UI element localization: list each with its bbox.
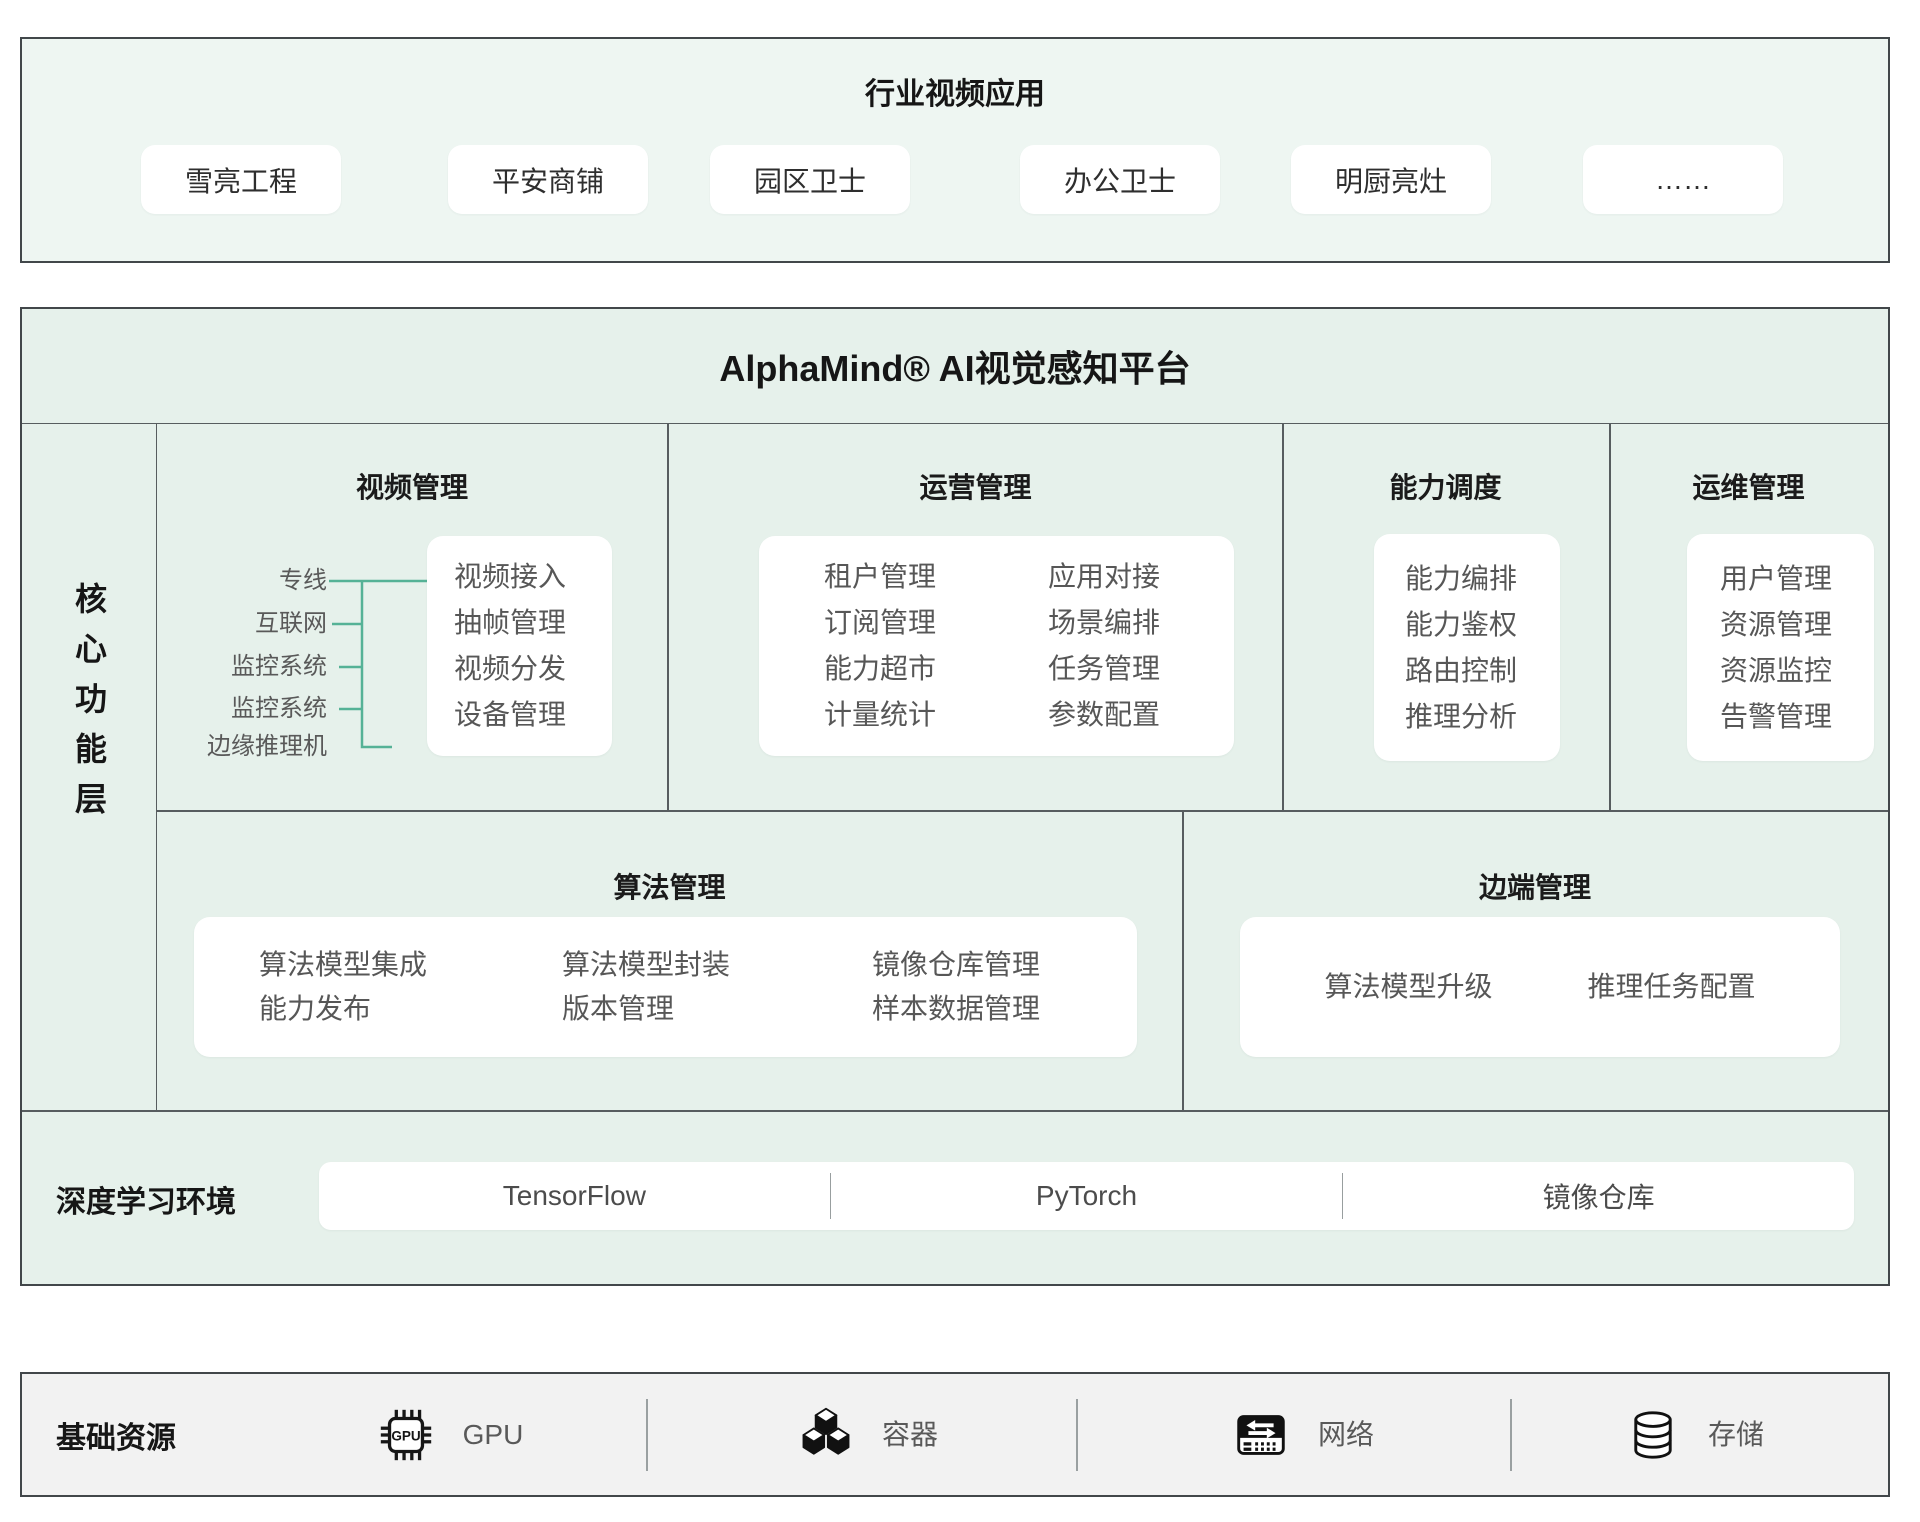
resource-label: 存储 [1708,1420,1764,1450]
list-item: 告警管理 [1720,702,1874,732]
video-management-box: 视频接入 抽帧管理 视频分发 设备管理 [427,536,612,756]
operations-management-title: 运营管理 [667,466,1284,506]
infra-label: 基础资源 [56,1374,176,1495]
operations-management-box: 租户管理 订阅管理 能力超市 计量统计 应用对接 场景编排 任务管理 参数配置 [759,536,1234,756]
container-cubes-icon [796,1405,856,1465]
industry-apps-section: 行业视频应用 雪亮工程 平安商铺 园区卫士 办公卫士 明厨亮灶 …… [20,37,1890,263]
column-video-management: 视频管理 专线 互联网 监控系统 监控系统 边缘推理机 视频接入 抽帧管理 视频… [157,424,667,810]
list-item: 能力超市 [824,654,936,684]
app-box-ellipsis: …… [1583,145,1783,214]
resource-label: GPU [463,1420,524,1450]
algorithm-management-title: 算法管理 [157,866,1182,906]
list-item: 场景编排 [1048,608,1160,638]
list-item: 路由控制 [1405,656,1560,686]
column-om-management: 运维管理 用户管理 资源管理 资源监控 告警管理 [1609,424,1888,810]
row-algorithm-management: 算法管理 算法模型集成 能力发布 算法模型封装 版本管理 镜像仓库管理 样本数据… [157,810,1182,1110]
om-management-title: 运维管理 [1609,466,1888,506]
video-source-label: 监控系统 [231,652,327,682]
dl-framework: TensorFlow [319,1162,830,1230]
core-function-layer-label: 核心功能层 [66,582,112,832]
list-item: 样本数据管理 [872,994,1040,1024]
list-item: 资源监控 [1720,656,1874,686]
edge-management-title: 边端管理 [1182,866,1888,906]
list-item: 应用对接 [1048,562,1160,592]
industry-apps-title: 行业视频应用 [22,69,1888,113]
app-box-xueliang: 雪亮工程 [141,145,341,214]
row-edge-management: 边端管理 算法模型升级 推理任务配置 [1182,810,1888,1110]
list-item: 版本管理 [562,994,730,1024]
list-item: 能力编排 [1405,564,1560,594]
list-item: 视频分发 [454,654,612,684]
column-capability-scheduling: 能力调度 能力编排 能力鉴权 路由控制 推理分析 [1282,424,1609,810]
column-operations-management: 运营管理 租户管理 订阅管理 能力超市 计量统计 应用对接 场景编排 任务管理 … [667,424,1284,810]
video-source-label: 边缘推理机 [207,732,327,762]
list-item: 任务管理 [1048,654,1160,684]
capability-scheduling-title: 能力调度 [1282,466,1609,506]
resource-network: 网络 [1152,1374,1452,1495]
list-item: 设备管理 [454,700,612,730]
video-source-label: 互联网 [255,609,327,639]
list-item: 能力鉴权 [1405,610,1560,640]
dl-framework: 镜像仓库 [1343,1162,1854,1230]
list-item: 抽帧管理 [454,608,612,638]
list-item: 算法模型集成 [259,950,427,980]
list-item: 租户管理 [824,562,936,592]
platform-title: AlphaMind® AI视觉感知平台 [22,309,1888,424]
app-box-bangong: 办公卫士 [1020,145,1220,214]
list-item: 计量统计 [824,700,936,730]
network-switch-icon [1230,1404,1292,1466]
resource-container: 容器 [717,1374,1017,1495]
divider [1076,1399,1078,1471]
divider [646,1399,648,1471]
deep-learning-env-row: 深度学习环境 TensorFlow PyTorch 镜像仓库 [22,1110,1888,1288]
svg-text:GPU: GPU [391,1428,420,1443]
list-item: 能力发布 [259,994,427,1024]
edge-management-box: 算法模型升级 推理任务配置 [1240,917,1840,1057]
dl-framework: PyTorch [831,1162,1342,1230]
list-item: 视频接入 [454,562,612,592]
infra-section: 基础资源 GPU GPU [20,1372,1890,1497]
deep-learning-env-bar: TensorFlow PyTorch 镜像仓库 [319,1162,1854,1230]
architecture-diagram: 行业视频应用 雪亮工程 平安商铺 园区卫士 办公卫士 明厨亮灶 …… Alpha… [0,0,1920,1522]
list-item: 推理分析 [1405,702,1560,732]
list-item: 资源管理 [1720,610,1874,640]
list-item: 算法模型封装 [562,950,730,980]
algorithm-management-box: 算法模型集成 能力发布 算法模型封装 版本管理 镜像仓库管理 样本数据管理 [194,917,1137,1057]
capability-scheduling-box: 能力编排 能力鉴权 路由控制 推理分析 [1374,534,1560,761]
list-item: 镜像仓库管理 [872,950,1040,980]
platform-section: AlphaMind® AI视觉感知平台 核心功能层 视频管理 专线 互联网 监控… [20,307,1890,1286]
gpu-chip-icon: GPU [375,1404,437,1466]
resource-label: 网络 [1318,1420,1374,1450]
resource-gpu: GPU GPU [299,1374,599,1495]
list-item: 算法模型升级 [1324,972,1492,1002]
resource-label: 容器 [882,1420,938,1450]
om-management-box: 用户管理 资源管理 资源监控 告警管理 [1687,534,1874,761]
list-item: 用户管理 [1720,564,1874,594]
app-box-yuanqu: 园区卫士 [710,145,910,214]
video-source-label: 专线 [279,566,327,596]
core-function-layer-column: 核心功能层 [22,424,157,1110]
deep-learning-env-label: 深度学习环境 [56,1110,236,1288]
video-source-label: 监控系统 [231,694,327,724]
app-box-mingchu: 明厨亮灶 [1291,145,1491,214]
list-item: 推理任务配置 [1588,972,1756,1002]
divider [1510,1399,1512,1471]
app-box-pingan: 平安商铺 [448,145,648,214]
list-item: 参数配置 [1048,700,1160,730]
list-item: 订阅管理 [824,608,936,638]
resource-storage: 存储 [1544,1374,1844,1495]
storage-database-icon [1624,1406,1682,1464]
